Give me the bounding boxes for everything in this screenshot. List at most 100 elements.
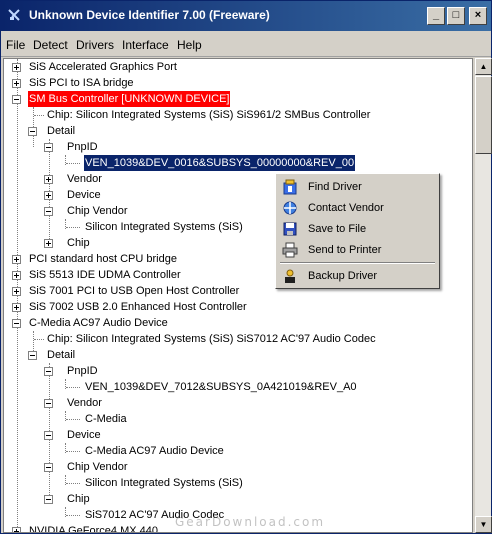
expand-icon[interactable] [12,63,21,72]
tree-label: Detail [47,125,76,137]
tree-row[interactable]: Vendor [4,395,464,411]
context-menu: Find Driver Contact Vendor Save to File [275,173,440,289]
menu-item-contact-vendor[interactable]: Contact Vendor [278,198,437,218]
title-bar[interactable]: Unknown Device Identifier 7.00 (Freeware… [1,1,491,31]
collapse-icon[interactable] [12,319,21,328]
tree-row[interactable]: SiS 7002 USB 2.0 Enhanced Host Controlle… [4,299,464,315]
tree-line [66,419,80,420]
tree-line [66,451,80,452]
tree-row[interactable]: C-Media AC97 Audio Device [4,315,464,331]
send-to-printer-label: Send to Printer [308,244,382,256]
tree-row[interactable]: VEN_1039&DEV_0016&SUBSYS_00000000&REV_00 [4,155,464,171]
tree-row[interactable]: VEN_1039&DEV_7012&SUBSYS_0A421019&REV_A0 [4,379,464,395]
tree-label: Silicon Integrated Systems (SiS) [85,221,243,233]
app-window: Unknown Device Identifier 7.00 (Freeware… [0,0,492,534]
tree-row[interactable]: C-Media [4,411,464,427]
minimize-button[interactable]: _ [427,7,445,25]
find-driver-icon [283,179,297,195]
menu-help[interactable]: Help [177,38,202,52]
tree-row[interactable]: Chip Vendor [4,459,464,475]
close-button[interactable]: × [469,7,487,25]
backup-driver-label: Backup Driver [308,270,378,282]
expand-icon[interactable] [12,255,21,264]
collapse-icon[interactable] [28,127,37,136]
device-tree[interactable]: SiS Accelerated Graphics Port SiS PCI to… [3,58,473,533]
tree-label: Chip Vendor [67,205,128,217]
expand-icon[interactable] [44,175,53,184]
tree-label: VEN_1039&DEV_7012&SUBSYS_0A421019&REV_A0 [85,381,357,393]
expand-icon[interactable] [12,271,21,280]
tree-row[interactable]: Chip [4,491,464,507]
tree-row[interactable]: SiS Accelerated Graphics Port [4,59,464,75]
backup-driver-icon [285,269,295,283]
collapse-icon[interactable] [44,463,53,472]
expand-icon[interactable] [12,287,21,296]
find-driver-label: Find Driver [308,181,362,193]
tree-row[interactable]: Silicon Integrated Systems (SiS) [4,475,464,491]
printer-icon [282,242,298,258]
selected-pnpid-label: VEN_1039&DEV_0016&SUBSYS_00000000&REV_00 [84,155,356,171]
tree-label: Chip [67,237,90,249]
menu-item-save-to-file[interactable]: Save to File [278,219,437,239]
scroll-down-button[interactable]: ▼ [475,516,492,533]
tree-label: Device [67,189,101,201]
expand-icon[interactable] [12,527,21,532]
contact-vendor-icon [283,201,297,215]
expand-icon[interactable] [44,239,53,248]
app-icon [8,9,20,21]
menu-drivers[interactable]: Drivers [76,38,114,52]
tree-line [66,515,80,516]
save-icon [283,222,297,236]
tree-row[interactable]: PnpID [4,139,464,155]
tree-label: C-Media AC97 Audio Device [85,445,224,457]
menu-file[interactable]: File [6,38,25,52]
tree-row[interactable]: Chip: Silicon Integrated Systems (SiS) S… [4,331,464,347]
tree-line [66,227,80,228]
tree-row[interactable]: SiS PCI to ISA bridge [4,75,464,91]
watermark: GearDownload.com [175,515,326,529]
tree-line [66,483,80,484]
tree-label: Vendor [67,397,102,409]
tree-row[interactable]: Chip: Silicon Integrated Systems (SiS) S… [4,107,464,123]
tree-label: Vendor [67,173,102,185]
tree-label: SiS 5513 IDE UDMA Controller [29,269,181,281]
tree-row[interactable]: PnpID [4,363,464,379]
expand-icon[interactable] [12,303,21,312]
tree-label: Silicon Integrated Systems (SiS) [85,477,243,489]
collapse-icon[interactable] [12,95,21,104]
menu-detect[interactable]: Detect [33,38,68,52]
tree-label: SiS Accelerated Graphics Port [29,61,177,73]
collapse-icon[interactable] [44,399,53,408]
menu-item-find-driver[interactable]: Find Driver [278,177,437,197]
tree-row[interactable]: C-Media AC97 Audio Device [4,443,464,459]
tree-label: Chip: Silicon Integrated Systems (SiS) S… [47,109,371,121]
tree-label: Chip [67,493,90,505]
tree-row[interactable]: Device [4,427,464,443]
collapse-icon[interactable] [28,351,37,360]
tree-label: C-Media AC97 Audio Device [29,317,168,329]
tree-label: NVIDIA GeForce4 MX 440 [29,525,158,533]
tree-label: SiS 7001 PCI to USB Open Host Controller [29,285,240,297]
scroll-up-button[interactable]: ▲ [475,58,492,75]
maximize-button[interactable]: □ [447,7,465,25]
tree-line [66,387,80,388]
scroll-thumb[interactable] [475,76,492,154]
tree-label: SiS PCI to ISA bridge [29,77,134,89]
collapse-icon[interactable] [44,431,53,440]
menu-item-send-to-printer[interactable]: Send to Printer [278,240,437,260]
menu-interface[interactable]: Interface [122,38,169,52]
collapse-icon[interactable] [44,495,53,504]
collapse-icon[interactable] [44,367,53,376]
expand-icon[interactable] [12,79,21,88]
tree-row[interactable]: Detail [4,123,464,139]
menu-item-backup-driver[interactable]: Backup Driver [278,266,437,286]
tree-row[interactable]: Detail [4,347,464,363]
collapse-icon[interactable] [44,207,53,216]
unknown-device-label: SM Bus Controller [UNKNOWN DEVICE] [28,91,231,107]
tree-label: SiS 7002 USB 2.0 Enhanced Host Controlle… [29,301,247,313]
expand-icon[interactable] [44,191,53,200]
tree-row[interactable]: SM Bus Controller [UNKNOWN DEVICE] [4,91,464,107]
collapse-icon[interactable] [44,143,53,152]
window-title: Unknown Device Identifier 7.00 (Freeware… [29,8,270,22]
vertical-scrollbar[interactable]: ▲ ▼ [474,58,492,533]
